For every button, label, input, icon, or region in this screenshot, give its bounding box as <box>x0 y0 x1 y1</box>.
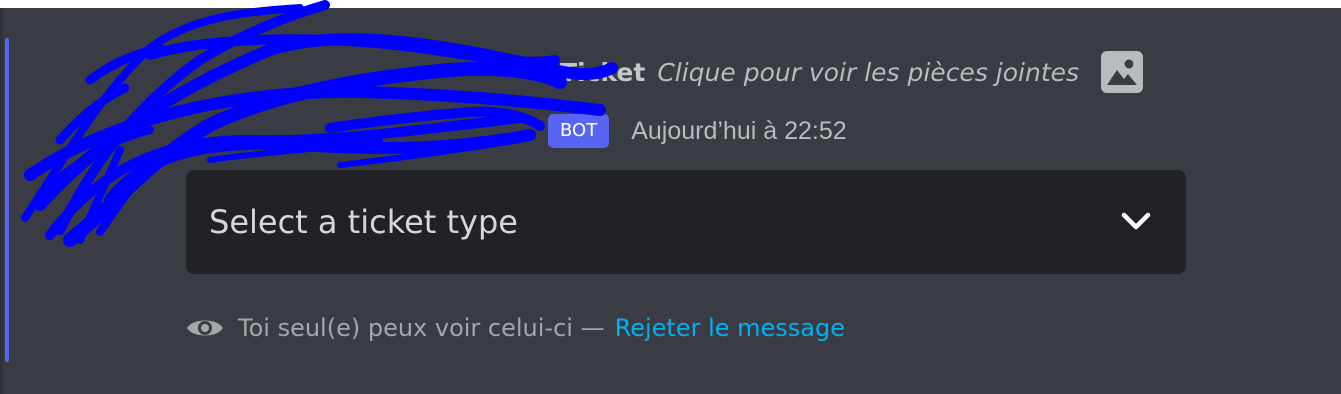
ephemeral-notice-text: Toi seul(e) peux voir celui-ci — <box>238 314 605 342</box>
bot-tag: BOT <box>548 114 610 148</box>
ephemeral-notice: Toi seul(e) peux voir celui-ci — Rejeter… <box>186 308 845 348</box>
chevron-down-icon <box>1120 208 1152 234</box>
panel-edge <box>0 8 3 394</box>
author-line: BOT Aujourd’hui à 22:52 <box>548 113 847 149</box>
ticket-type-select[interactable]: Select a ticket type <box>186 170 1186 274</box>
reply-attachment-text[interactable]: Clique pour voir les pièces jointes <box>657 58 1079 87</box>
reply-bot-name[interactable]: Ticket <box>560 58 645 87</box>
screenshot-canvas: Ticket Clique pour voir les pièces joint… <box>0 0 1341 394</box>
ephemeral-highlight-bar <box>5 38 9 362</box>
select-placeholder: Select a ticket type <box>209 203 518 241</box>
message-timestamp[interactable]: Aujourd’hui à 22:52 <box>631 117 846 146</box>
reply-preview[interactable]: Ticket Clique pour voir les pièces joint… <box>560 51 1144 93</box>
dismiss-message-link[interactable]: Rejeter le message <box>615 314 845 342</box>
eye-icon <box>186 315 224 341</box>
image-icon <box>1101 51 1144 93</box>
